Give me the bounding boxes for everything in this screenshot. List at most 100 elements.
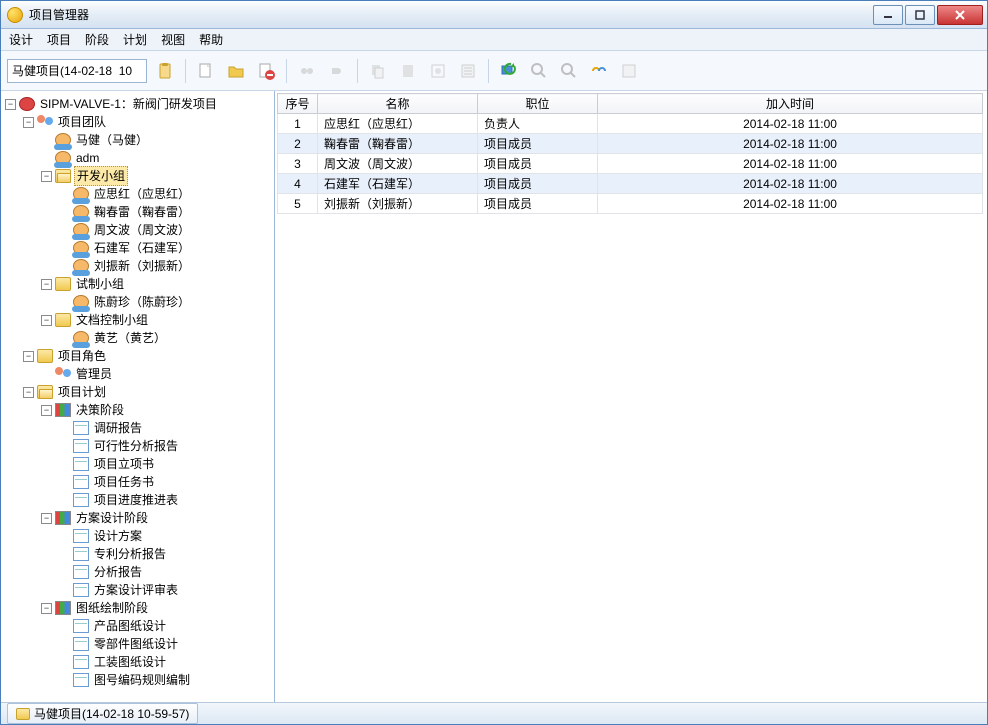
- chart-icon: [55, 601, 71, 615]
- maximize-button[interactable]: [905, 5, 935, 25]
- doc-icon: [73, 457, 89, 471]
- menu-plan[interactable]: 计划: [123, 31, 147, 48]
- zoom-in-icon[interactable]: [527, 59, 551, 83]
- table-row[interactable]: 1应思红（应思红）负责人2014-02-18 11:00: [278, 114, 983, 134]
- refresh-icon[interactable]: [497, 59, 521, 83]
- folder-icon: [55, 277, 71, 291]
- table-row[interactable]: 4石建军（石建军）项目成员2014-02-18 11:00: [278, 174, 983, 194]
- properties-icon[interactable]: [617, 59, 641, 83]
- tree-group-doc[interactable]: −文档控制小组: [41, 311, 272, 329]
- tree-doc-item[interactable]: 分析报告: [59, 563, 272, 581]
- menu-view[interactable]: 视图: [161, 31, 185, 48]
- new-doc-icon[interactable]: [194, 59, 218, 83]
- col-seq[interactable]: 序号: [278, 94, 318, 114]
- doc-icon: [73, 583, 89, 597]
- tree-member[interactable]: 刘振新（刘振新）: [59, 257, 272, 275]
- tree-member[interactable]: 应思红（应思红）: [59, 185, 272, 203]
- tree-phase2[interactable]: −方案设计阶段: [41, 509, 272, 527]
- close-button[interactable]: [937, 5, 983, 25]
- tree-doc-item[interactable]: 调研报告: [59, 419, 272, 437]
- paste-icon[interactable]: [396, 59, 420, 83]
- tree-panel[interactable]: −SIPM-VALVE-1：新阀门研发项目 −项目团队 马健（马健） adm −…: [1, 91, 275, 702]
- tree-doc-item[interactable]: 项目任务书: [59, 473, 272, 491]
- tree-role-admin[interactable]: 管理员: [41, 365, 272, 383]
- tree-doc-item[interactable]: 项目进度推进表: [59, 491, 272, 509]
- tree-team[interactable]: −项目团队: [23, 113, 272, 131]
- doc-icon: [73, 655, 89, 669]
- doc-icon: [73, 421, 89, 435]
- team-icon: [55, 367, 71, 381]
- delete-doc-icon[interactable]: [254, 59, 278, 83]
- menu-design[interactable]: 设计: [9, 31, 33, 48]
- person-icon: [55, 133, 71, 147]
- puzzle-icon[interactable]: [295, 59, 319, 83]
- members-table[interactable]: 序号 名称 职位 加入时间 1应思红（应思红）负责人2014-02-18 11:…: [277, 93, 983, 214]
- col-time[interactable]: 加入时间: [598, 94, 983, 114]
- pin-icon: [19, 97, 35, 111]
- window-title: 项目管理器: [29, 6, 873, 23]
- copy-icon[interactable]: [366, 59, 390, 83]
- tree-doc-item[interactable]: 项目立项书: [59, 455, 272, 473]
- doc-icon: [73, 637, 89, 651]
- doc-icon: [73, 547, 89, 561]
- list-icon[interactable]: [456, 59, 480, 83]
- tree-doc-item[interactable]: 专利分析报告: [59, 545, 272, 563]
- plugin-icon[interactable]: [325, 59, 349, 83]
- doc-icon: [73, 529, 89, 543]
- tree-doc-item[interactable]: 设计方案: [59, 527, 272, 545]
- col-pos[interactable]: 职位: [478, 94, 598, 114]
- preview-icon[interactable]: [426, 59, 450, 83]
- window-controls: [873, 5, 983, 25]
- tree-doc-item[interactable]: 产品图纸设计: [59, 617, 272, 635]
- table-row[interactable]: 5刘振新（刘振新）项目成员2014-02-18 11:00: [278, 194, 983, 214]
- link-icon[interactable]: [587, 59, 611, 83]
- tree-doc-item[interactable]: 零部件图纸设计: [59, 635, 272, 653]
- table-row[interactable]: 2鞠春雷（鞠春雷）项目成员2014-02-18 11:00: [278, 134, 983, 154]
- tree-doc-item[interactable]: 工装图纸设计: [59, 653, 272, 671]
- tree-phase1[interactable]: −决策阶段: [41, 401, 272, 419]
- menu-help[interactable]: 帮助: [199, 31, 223, 48]
- zoom-out-icon[interactable]: [557, 59, 581, 83]
- open-folder-icon[interactable]: [224, 59, 248, 83]
- tree-phase3[interactable]: −图纸绘制阶段: [41, 599, 272, 617]
- title-bar: 项目管理器: [1, 1, 987, 29]
- person-icon: [55, 151, 71, 165]
- tree-group-dev[interactable]: −开发小组: [41, 167, 272, 185]
- folder-open-icon: [55, 169, 71, 183]
- folder-icon: [55, 313, 71, 327]
- folder-icon: [37, 349, 53, 363]
- tree-member[interactable]: 陈蔚珍（陈蔚珍）: [59, 293, 272, 311]
- doc-icon: [73, 493, 89, 507]
- tree-member[interactable]: 鞠春雷（鞠春雷）: [59, 203, 272, 221]
- tree-root[interactable]: −SIPM-VALVE-1：新阀门研发项目: [5, 95, 272, 113]
- tree-member[interactable]: 周文波（周文波）: [59, 221, 272, 239]
- person-icon: [73, 331, 89, 345]
- tree-member[interactable]: 石建军（石建军）: [59, 239, 272, 257]
- selected-node: 开发小组: [74, 166, 128, 186]
- tree-person[interactable]: 马健（马健）: [41, 131, 272, 149]
- doc-icon: [73, 565, 89, 579]
- tree-doc-item[interactable]: 可行性分析报告: [59, 437, 272, 455]
- status-tab-label: 马健项目(14-02-18 10-59-57): [34, 705, 189, 722]
- person-icon: [73, 205, 89, 219]
- app-icon: [7, 7, 23, 23]
- status-bar: 马健项目(14-02-18 10-59-57): [1, 702, 987, 724]
- tree-roles[interactable]: −项目角色: [23, 347, 272, 365]
- menu-project[interactable]: 项目: [47, 31, 71, 48]
- menu-phase[interactable]: 阶段: [85, 31, 109, 48]
- clipboard-icon[interactable]: [153, 59, 177, 83]
- tree-member[interactable]: 黄艺（黄艺）: [59, 329, 272, 347]
- person-icon: [73, 241, 89, 255]
- project-name-input[interactable]: [7, 59, 147, 83]
- chart-icon: [55, 511, 71, 525]
- tree-doc-item[interactable]: 方案设计评审表: [59, 581, 272, 599]
- minimize-button[interactable]: [873, 5, 903, 25]
- table-row[interactable]: 3周文波（周文波）项目成员2014-02-18 11:00: [278, 154, 983, 174]
- tree-person[interactable]: adm: [41, 149, 272, 167]
- tree-doc-item[interactable]: 图号编码规则编制: [59, 671, 272, 689]
- tree-plan[interactable]: −项目计划: [23, 383, 272, 401]
- tree-group-trial[interactable]: −试制小组: [41, 275, 272, 293]
- person-icon: [73, 259, 89, 273]
- col-name[interactable]: 名称: [318, 94, 478, 114]
- status-tab[interactable]: 马健项目(14-02-18 10-59-57): [7, 703, 198, 724]
